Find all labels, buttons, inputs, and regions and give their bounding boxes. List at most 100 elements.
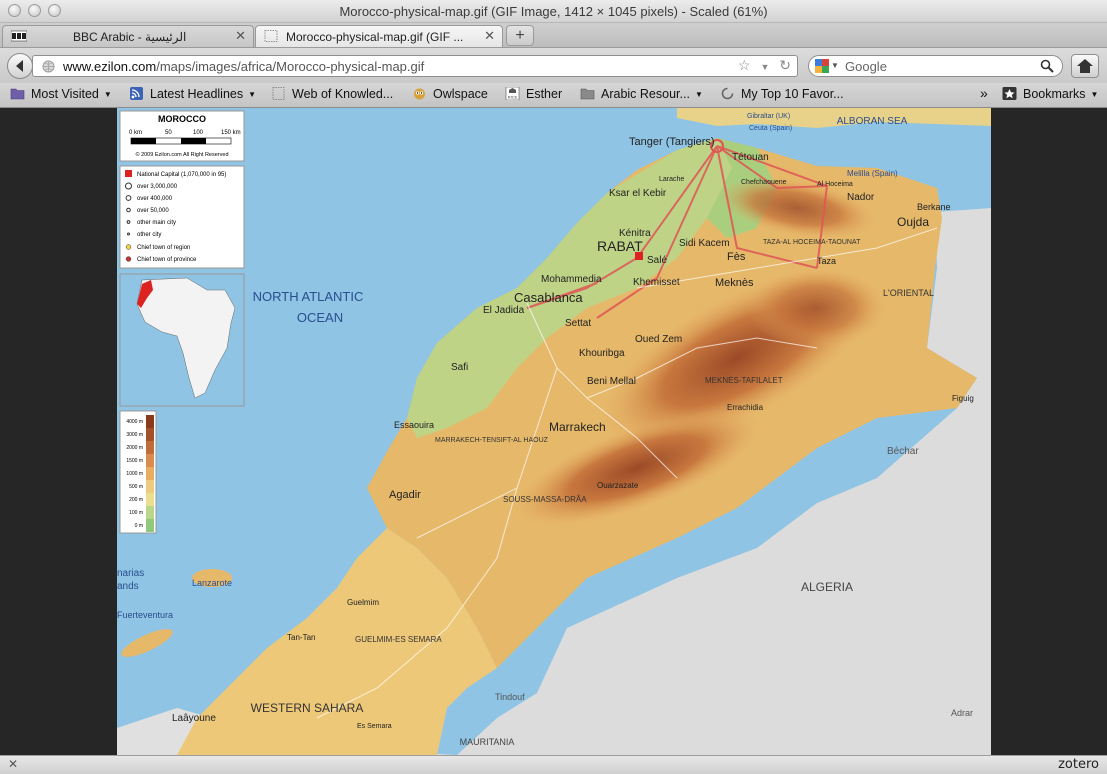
zotero-button[interactable]: zotero	[1058, 757, 1099, 772]
elevation-swatch	[146, 480, 154, 493]
page-content: MOROCCO 0 km 50 100 150 km © 2009 Ezilon…	[0, 108, 1107, 755]
country-label: WESTERN SAHARA	[251, 701, 364, 715]
folder-icon	[10, 88, 25, 100]
status-bar: ✕ zotero	[0, 755, 1107, 774]
url-bar[interactable]: www.ezilon.com/maps/images/africa/Morocc…	[32, 55, 798, 77]
city-label: Ouarzazate	[597, 481, 639, 490]
bookmark-owlspace[interactable]: Owlspace	[412, 87, 488, 101]
window-title: Morocco-physical-map.gif (GIF Image, 141…	[339, 4, 768, 19]
city-label: Larache	[659, 176, 684, 183]
city-label: Tindouf	[495, 692, 525, 702]
esther-icon: RICE	[505, 87, 520, 100]
chevron-down-icon: ▼	[103, 90, 112, 99]
elevation-label: 4000 m	[126, 419, 143, 425]
loading-icon	[721, 87, 734, 100]
region-label: SOUSS-MASSA-DRÂA	[503, 495, 587, 504]
home-button[interactable]	[1071, 54, 1099, 78]
search-icon[interactable]	[1040, 59, 1054, 73]
home-icon	[1077, 59, 1093, 73]
history-dropdown-icon[interactable]: ▼	[760, 62, 769, 72]
elevation-swatch	[146, 506, 154, 519]
search-engine-dropdown-icon[interactable]: ▼	[831, 61, 839, 70]
elevation-swatch	[146, 519, 154, 532]
elevation-label: 0 m	[135, 523, 143, 529]
tab-bbc-arabic[interactable]: BBC Arabic - الرئيسية ✕	[2, 25, 254, 47]
city-label: Nador	[847, 192, 875, 203]
canarias-label: ands	[117, 581, 139, 592]
city-label: Tanger (Tangiers)	[629, 136, 715, 148]
bookmarks-toolbar: Most Visited ▼ Latest Headlines ▼ Web of K…	[0, 83, 1107, 108]
tab-morocco-map[interactable]: Morocco-physical-map.gif (GIF ... ✕	[255, 25, 503, 47]
elevation-swatch	[146, 454, 154, 467]
city-label: Safi	[451, 362, 468, 373]
city-label: Settat	[565, 318, 591, 329]
elevation-label: 1000 m	[126, 471, 143, 477]
bookmark-arabic-resources[interactable]: Arabic Resour... ▼	[580, 87, 703, 101]
city-label: Ceuta (Spain)	[749, 125, 792, 132]
legend-item: over 3,000,000	[137, 184, 178, 190]
close-tab-icon[interactable]: ✕	[235, 28, 246, 44]
city-label: Khouribga	[579, 348, 625, 359]
bookmarks-menu-button[interactable]: Bookmarks ▼	[1002, 87, 1098, 101]
bookmark-esther[interactable]: RICE Esther	[505, 87, 562, 101]
url-text: www.ezilon.com/maps/images/africa/Morocc…	[63, 59, 424, 74]
back-arrow-icon	[16, 60, 23, 72]
bookmark-label: Esther	[526, 87, 563, 101]
chevron-down-icon: ▼	[694, 90, 703, 99]
tab-label: BBC Arabic - الرئيسية	[73, 30, 187, 44]
tab-bar: BBC Arabic - الرئيسية ✕ Morocco-physical…	[0, 23, 1107, 48]
city-label: Beni Mellal	[587, 376, 636, 387]
bookmark-web-of-knowledge[interactable]: Web of Knowled...	[271, 87, 393, 101]
region-label: TAZA-AL HOCEIMA-TAOUNAT	[763, 239, 861, 246]
search-box[interactable]: ▼ Google	[808, 55, 1063, 77]
bookmark-label: Web of Knowled...	[292, 87, 394, 101]
close-tab-icon[interactable]: ✕	[484, 28, 495, 44]
window-titlebar: Morocco-physical-map.gif (GIF Image, 141…	[0, 0, 1107, 23]
back-button[interactable]	[7, 53, 33, 79]
navigation-toolbar: www.ezilon.com/maps/images/africa/Morocc…	[0, 48, 1107, 83]
bookmark-my-top-10[interactable]: My Top 10 Favor...	[720, 87, 844, 101]
close-findbar-icon[interactable]: ✕	[8, 757, 18, 771]
city-label: Béchar	[887, 446, 919, 457]
url-path: /maps/images/africa/Morocco-physical-map…	[156, 59, 425, 74]
city-label: Oujda	[897, 215, 929, 229]
ocean-label: OCEAN	[297, 310, 343, 325]
bookmark-star-icon[interactable]: ☆	[738, 57, 751, 73]
scale-tick: 50	[165, 130, 172, 136]
bookmark-latest-headlines[interactable]: Latest Headlines ▼	[129, 87, 256, 101]
middle-atlas-mountains	[747, 268, 887, 348]
city-label: RABAT	[597, 238, 643, 254]
elevation-swatch	[146, 428, 154, 441]
elevation-swatch	[146, 415, 154, 428]
city-label: Casablanca	[514, 290, 583, 305]
bookmark-most-visited[interactable]: Most Visited ▼	[10, 87, 112, 101]
morocco-physical-map-image[interactable]: MOROCCO 0 km 50 100 150 km © 2009 Ezilon…	[117, 108, 991, 755]
sea-label: ALBORAN SEA	[837, 116, 908, 127]
city-label: Adrar	[951, 708, 973, 718]
city-label: Mohammedia	[541, 274, 602, 285]
legend-item: Chief town of province	[137, 257, 197, 263]
reload-icon[interactable]: ↻	[779, 57, 791, 73]
page-icon	[272, 87, 285, 100]
elevation-label: 3000 m	[126, 432, 143, 438]
new-tab-button[interactable]: +	[506, 25, 534, 46]
chevron-down-icon: ▼	[1090, 90, 1099, 99]
image-icon	[264, 30, 278, 42]
legend-item: other city	[137, 232, 161, 238]
region-label: MEKNÈS-TAFILALET	[705, 376, 783, 385]
city-label: Salé	[647, 255, 667, 266]
city-label: Figuig	[952, 394, 974, 403]
bookmark-label: Most Visited	[31, 87, 99, 101]
city-label: Laâyoune	[172, 713, 216, 724]
bookmarks-overflow-chevron[interactable]: »	[980, 85, 988, 101]
city-label: Agadir	[389, 489, 421, 501]
scale-tick: 100	[193, 130, 204, 136]
folder-icon	[580, 88, 595, 100]
elevation-legend: 4000 m 3000 m 2000 m 1500 m 1000 m 500 m 200 m…	[119, 410, 157, 534]
google-icon	[815, 59, 829, 73]
city-label: Chefchaouene	[741, 179, 787, 186]
elevation-swatch	[146, 493, 154, 506]
globe-icon	[42, 60, 55, 73]
legend-item: over 50,000	[137, 208, 169, 214]
city-label: El Jadida	[483, 305, 525, 316]
